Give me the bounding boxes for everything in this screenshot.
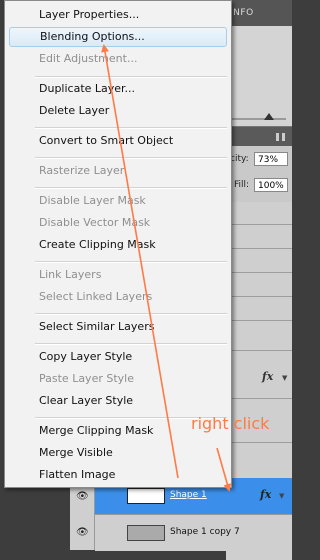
- annotation-label: right click: [191, 414, 270, 433]
- arrow-to-blending-options: [101, 44, 179, 479]
- arrow-to-layer: [216, 447, 232, 492]
- annotation-arrows: [101, 44, 232, 492]
